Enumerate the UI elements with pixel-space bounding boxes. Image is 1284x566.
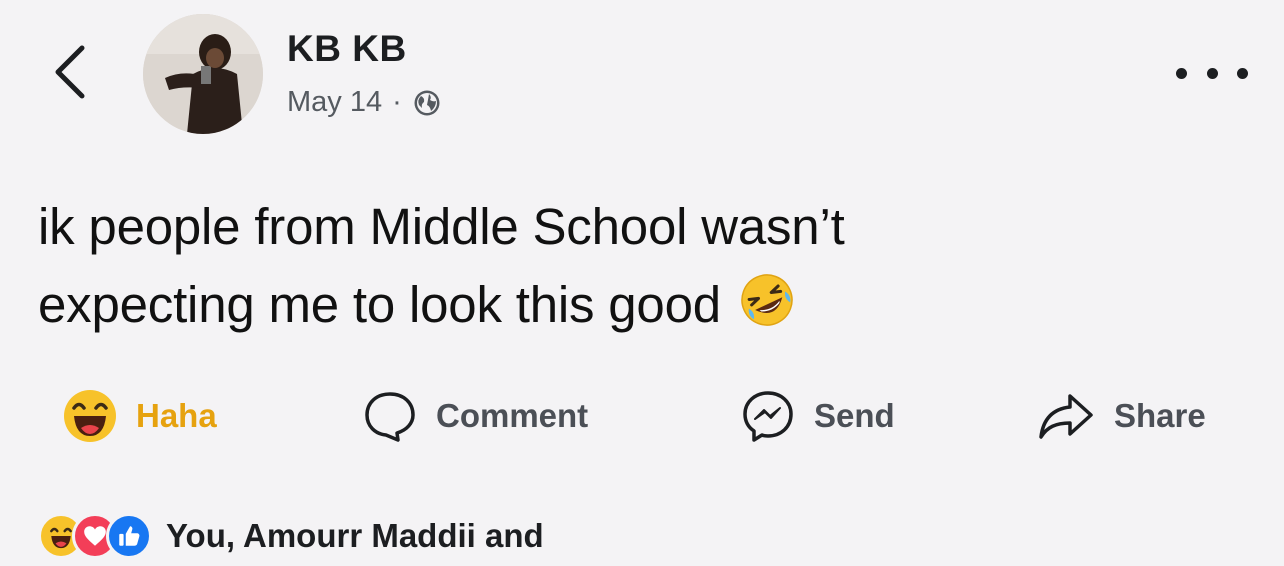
comment-button[interactable]: Comment xyxy=(362,380,588,452)
share-arrow-icon xyxy=(1036,388,1096,444)
haha-emoji-icon xyxy=(62,388,118,444)
post-action-bar: Haha Comment Send Share xyxy=(0,380,1284,452)
share-button[interactable]: Share xyxy=(1036,380,1206,452)
more-options-button[interactable] xyxy=(1176,58,1248,88)
reaction-summary[interactable]: You, Amourr Maddii and xyxy=(38,506,544,566)
more-dot-icon xyxy=(1237,67,1248,79)
post-text-line: expecting me to look this good xyxy=(38,276,721,333)
post-header: KB KB May 14 · xyxy=(0,0,1284,150)
avatar[interactable] xyxy=(143,14,263,134)
author-name[interactable]: KB KB xyxy=(287,28,407,70)
chevron-left-icon xyxy=(55,45,85,99)
send-label: Send xyxy=(814,397,895,434)
back-button[interactable] xyxy=(40,42,100,102)
post-date[interactable]: May 14 xyxy=(287,86,382,119)
more-dot-icon xyxy=(1206,67,1218,79)
profile-photo xyxy=(143,14,263,134)
post-text-line-2: expecting me to look this good xyxy=(38,266,1118,350)
post-text: ik people from Middle School wasn’t expe… xyxy=(38,188,1118,350)
reactions-summary-text: You, Amourr Maddii and xyxy=(166,517,544,554)
comment-icon xyxy=(362,388,418,444)
send-button[interactable]: Send xyxy=(740,380,895,452)
haha-label: Haha xyxy=(136,397,217,434)
rolling-on-floor-laughing-emoji-icon xyxy=(739,272,795,350)
reaction-icons xyxy=(38,513,152,559)
meta-separator: · xyxy=(392,86,402,118)
globe-icon xyxy=(414,90,440,115)
haha-reaction-button[interactable]: Haha xyxy=(62,380,217,452)
post-text-line: ik people from Middle School wasn’t xyxy=(38,198,845,255)
more-dot-icon xyxy=(1176,67,1187,79)
comment-label: Comment xyxy=(436,397,589,434)
messenger-icon xyxy=(740,388,796,444)
share-label: Share xyxy=(1114,397,1206,434)
post-meta: May 14 · xyxy=(287,86,442,119)
like-reaction-icon xyxy=(106,513,152,559)
